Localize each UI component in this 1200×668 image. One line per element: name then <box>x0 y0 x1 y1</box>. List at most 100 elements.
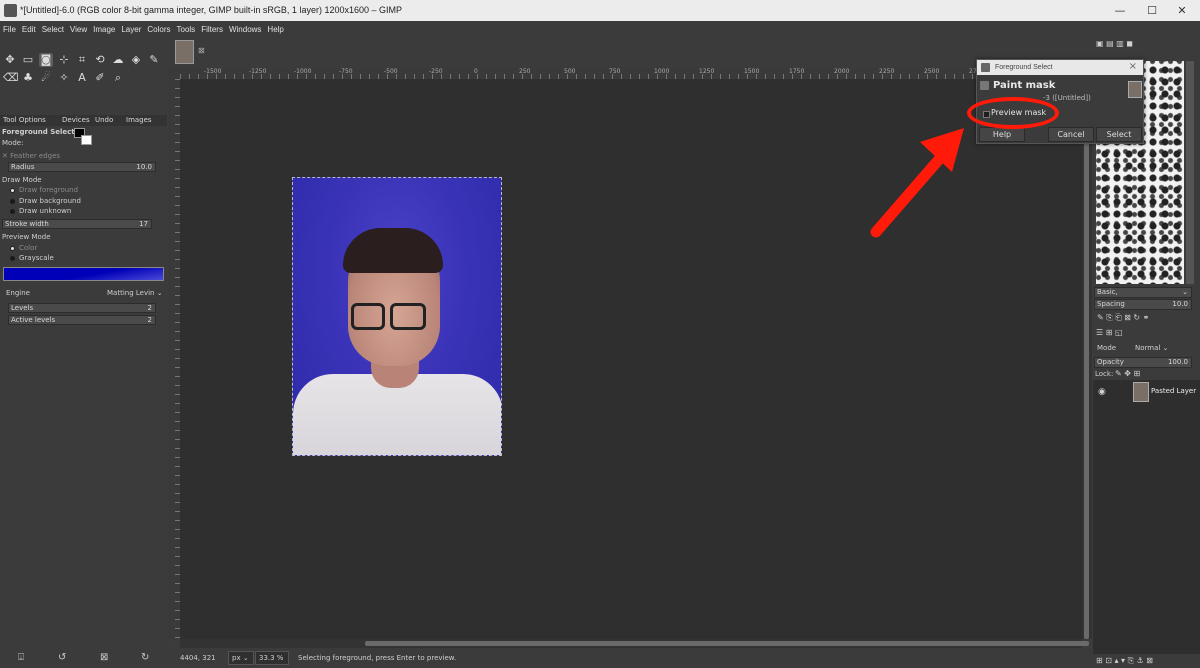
ruler-label: 250 <box>519 68 531 75</box>
draw-foreground-radio[interactable]: Draw foreground <box>10 186 78 194</box>
menu-help[interactable]: Help <box>264 21 286 38</box>
layers-dock-tab-icons[interactable]: ☰ ⊞ ◱ <box>1096 328 1123 337</box>
clone-tool-icon[interactable]: ♣ <box>21 71 35 85</box>
cancel-button[interactable]: Cancel <box>1048 127 1094 142</box>
brush-dock-tab-icons[interactable]: ▣ ▤ ▥ ◼ <box>1096 39 1133 48</box>
draw-background-radio[interactable]: Draw background <box>10 197 81 205</box>
layer-name[interactable]: Pasted Layer <box>1151 387 1196 395</box>
image-tabs-bar <box>168 38 1092 68</box>
delete-tool-preset-icon[interactable]: ⊠ <box>100 652 108 663</box>
menu-select[interactable]: Select <box>39 21 67 38</box>
rect-select-tool-icon[interactable]: ▭ <box>21 53 35 67</box>
menu-view[interactable]: View <box>67 21 90 38</box>
close-button[interactable]: ✕ <box>1172 3 1192 19</box>
opacity-field[interactable]: Opacity 100.0 <box>1094 357 1192 368</box>
close-tab-icon[interactable]: ⊠ <box>198 46 205 55</box>
unified-transform-tool-icon[interactable]: ⟲ <box>93 53 107 67</box>
bucket-fill-tool-icon[interactable]: ◈ <box>129 53 143 67</box>
image-canvas[interactable] <box>292 177 502 456</box>
ruler-label: 1000 <box>654 68 670 75</box>
menu-file[interactable]: File <box>0 21 19 38</box>
active-levels-value: 2 <box>147 316 152 324</box>
menu-layer[interactable]: Layer <box>118 21 144 38</box>
draw-unknown-radio[interactable]: Draw unknown <box>10 207 71 215</box>
smudge-tool-icon[interactable]: ☄ <box>39 71 53 85</box>
radius-field[interactable]: Radius 10.0 <box>8 162 156 172</box>
layers-list[interactable] <box>1093 404 1200 654</box>
zoom-value: 33.3 % <box>259 654 284 662</box>
vertical-ruler[interactable] <box>168 79 180 639</box>
paths-tool-icon[interactable]: ✧ <box>57 71 71 85</box>
vertical-scroll-thumb[interactable] <box>1084 84 1089 639</box>
layer-visibility-eye-icon[interactable]: ◉ <box>1098 387 1106 397</box>
minimize-button[interactable]: — <box>1110 3 1130 19</box>
dialog-close-icon[interactable]: × <box>1129 61 1137 72</box>
chevron-down-icon: ⌄ <box>1182 288 1188 296</box>
layer-mode-value: Normal <box>1135 344 1161 352</box>
lock-icons[interactable]: ✎ ✥ ⊞ <box>1115 369 1140 378</box>
save-tool-preset-icon[interactable]: ⍗ <box>18 652 24 663</box>
menu-tools[interactable]: Tools <box>174 21 199 38</box>
help-button[interactable]: Help <box>979 127 1025 142</box>
layer-mode-select[interactable]: Normal ⌄ <box>1135 344 1168 352</box>
ruler-label: 2000 <box>834 68 850 75</box>
tab-devices[interactable]: Devices <box>62 116 90 124</box>
ruler-label: -1500 <box>204 68 222 75</box>
horizontal-scroll-thumb[interactable] <box>365 641 1089 646</box>
image-tab-thumbnail[interactable] <box>175 40 194 64</box>
dialog-title: Foreground Select <box>995 64 1053 71</box>
menu-image[interactable]: Image <box>90 21 118 38</box>
brush-scrollbar[interactable] <box>1186 61 1194 284</box>
tool-options-footer: ⍗ ↺ ⊠ ↻ <box>0 648 167 668</box>
zoom-tool-icon[interactable]: ⌕ <box>111 71 125 85</box>
maximize-button[interactable]: ☐ <box>1142 3 1162 19</box>
dialog-title-bar[interactable]: Foreground Select × <box>977 60 1143 75</box>
engine-select[interactable]: Matting Levin ⌄ <box>107 289 163 297</box>
tab-images[interactable]: Images <box>126 116 152 124</box>
engine-label: Engine <box>6 289 30 297</box>
active-levels-field[interactable]: Active levels 2 <box>8 315 156 325</box>
horizontal-ruler[interactable]: -1500 -1250 -1000 -750 -500 -250 0 250 500 750 100… <box>180 68 1082 79</box>
brush-set-select[interactable]: Basic, ⌄ <box>1094 287 1192 298</box>
restore-tool-preset-icon[interactable]: ↺ <box>58 652 66 663</box>
ruler-label: -1000 <box>294 68 312 75</box>
select-button[interactable]: Select <box>1096 127 1142 142</box>
brush-actions-icons[interactable]: ✎ ⎘ ⎗ ⊠ ↻ ⚭ <box>1097 313 1149 323</box>
preview-grayscale-radio[interactable]: Grayscale <box>10 254 54 262</box>
background-color-swatch[interactable] <box>81 135 92 145</box>
unit-select[interactable]: px ⌄ <box>228 651 254 665</box>
mode-label: Mode: <box>2 139 24 147</box>
levels-field[interactable]: Levels 2 <box>8 303 156 313</box>
reset-tool-options-icon[interactable]: ↻ <box>141 652 149 663</box>
menu-colors[interactable]: Colors <box>144 21 173 38</box>
opacity-label: Opacity <box>1097 358 1124 366</box>
fuzzy-select-tool-icon[interactable]: ⊹ <box>57 53 71 67</box>
ruler-label: 500 <box>564 68 576 75</box>
crop-tool-icon[interactable]: ⌗ <box>75 53 89 67</box>
feather-edges-checkbox[interactable]: ✕ Feather edges <box>2 152 60 160</box>
preview-color-radio[interactable]: Color <box>10 244 37 252</box>
color-picker-tool-icon[interactable]: ✐ <box>93 71 107 85</box>
layer-actions-icons[interactable]: ⊞ ⊡ ▴ ▾ ⎘ ⚓ ⊠ <box>1096 656 1153 666</box>
menu-edit[interactable]: Edit <box>19 21 39 38</box>
foreground-select-tool-icon[interactable]: ◙ <box>39 53 53 67</box>
stroke-width-field[interactable]: Stroke width 17 <box>2 219 152 229</box>
move-tool-icon[interactable]: ✥ <box>3 53 17 67</box>
text-tool-icon[interactable]: A <box>75 71 89 85</box>
paintbrush-tool-icon[interactable]: ✎ <box>147 53 161 67</box>
preview-color-button[interactable] <box>3 267 164 281</box>
draw-background-label: Draw background <box>19 197 81 205</box>
gimp-app-icon <box>4 4 17 17</box>
unit-value: px <box>232 654 241 662</box>
warp-tool-icon[interactable]: ☁ <box>111 53 125 67</box>
zoom-select[interactable]: 33.3 % ⌄ <box>255 651 289 668</box>
ruler-label: 750 <box>609 68 621 75</box>
spacing-field[interactable]: Spacing 10.0 <box>1094 299 1192 310</box>
tab-tool-options[interactable]: Tool Options <box>3 116 46 124</box>
eraser-tool-icon[interactable]: ⌫ <box>3 71 19 85</box>
menu-filters[interactable]: Filters <box>198 21 226 38</box>
tab-undo[interactable]: Undo <box>95 116 113 124</box>
spacing-value: 10.0 <box>1172 300 1188 308</box>
menu-windows[interactable]: Windows <box>226 21 264 38</box>
draw-unknown-label: Draw unknown <box>19 207 72 215</box>
